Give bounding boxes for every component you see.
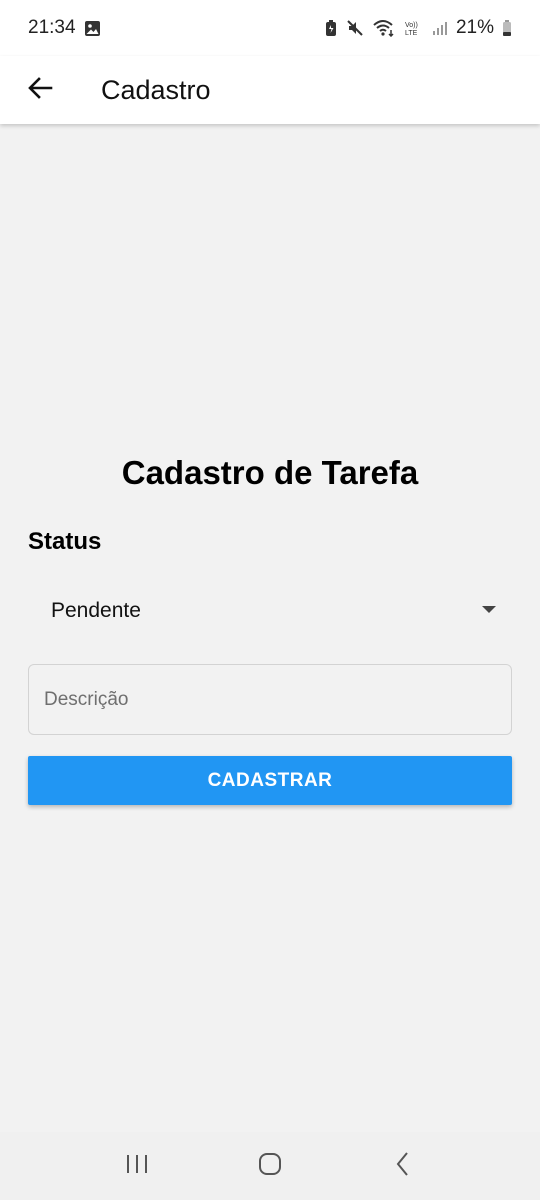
- submit-button[interactable]: CADASTRAR: [28, 756, 512, 805]
- back-button[interactable]: [18, 68, 62, 112]
- status-bar-right: Vo)) LTE 21%: [324, 17, 512, 39]
- volte-icon: Vo)) LTE: [404, 19, 424, 37]
- battery-saver-icon: [324, 19, 338, 37]
- arrow-back-icon: [27, 76, 53, 105]
- nav-back-button[interactable]: [373, 1141, 433, 1191]
- signal-icon: [432, 20, 448, 36]
- back-icon: [394, 1151, 412, 1182]
- app-bar: Cadastro: [0, 56, 540, 124]
- app-bar-title: Cadastro: [101, 74, 211, 105]
- recents-icon: [124, 1153, 150, 1180]
- page-title: Cadastro de Tarefa: [121, 454, 419, 491]
- svg-text:LTE: LTE: [405, 30, 418, 37]
- status-dropdown[interactable]: Pendente: [28, 586, 512, 636]
- battery-percent: 21%: [455, 17, 494, 38]
- gallery-icon: [84, 20, 101, 37]
- mute-icon: [346, 19, 364, 37]
- home-icon: [257, 1151, 283, 1182]
- svg-text:Vo)): Vo)): [405, 22, 418, 29]
- clock: 21:34: [28, 17, 76, 38]
- status-bar: 21:34 Vo)) LTE 21%: [0, 0, 540, 56]
- status-label: Status: [28, 528, 102, 555]
- description-input[interactable]: [28, 664, 512, 735]
- dropdown-arrow-icon: [482, 605, 496, 613]
- status-bar-left: 21:34: [28, 17, 101, 39]
- recents-button[interactable]: [107, 1141, 167, 1191]
- wifi-icon: [372, 19, 396, 37]
- battery-icon: [502, 19, 512, 37]
- home-button[interactable]: [240, 1141, 300, 1191]
- status-dropdown-value: Pendente: [51, 599, 141, 622]
- system-nav-bar: [0, 1132, 540, 1200]
